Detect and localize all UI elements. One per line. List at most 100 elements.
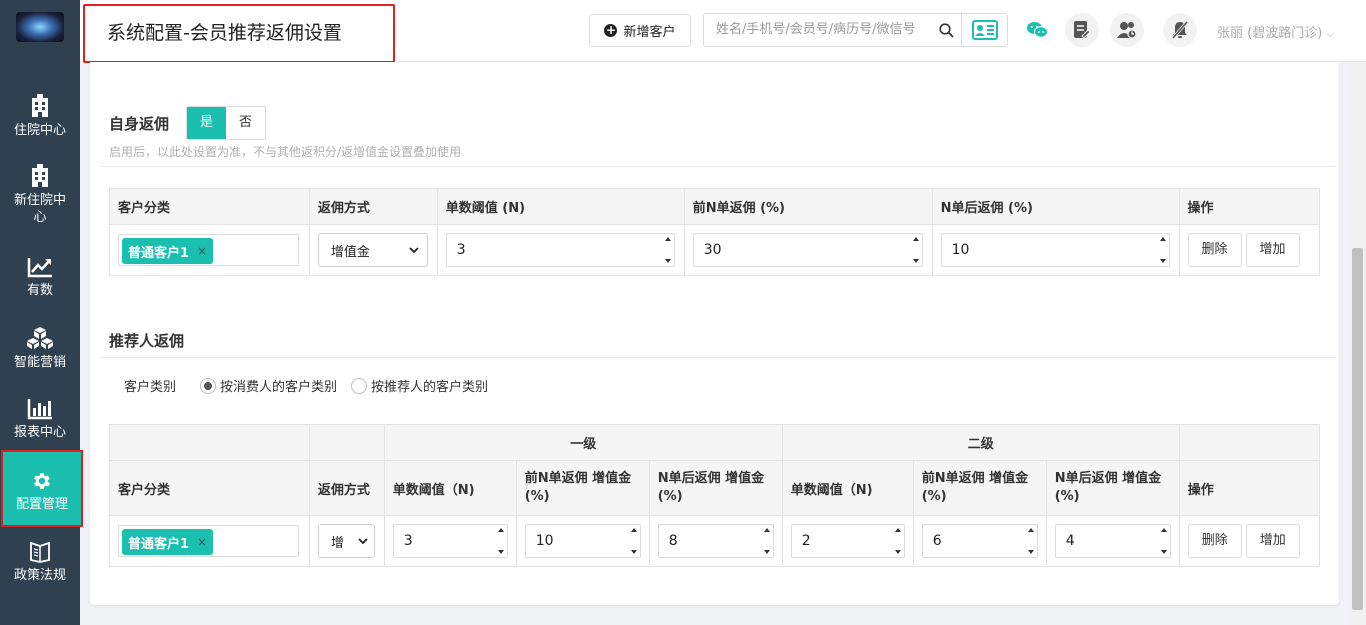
level2-threshold-input[interactable]: 2 [790, 524, 905, 558]
level2-first-n-input[interactable]: 6 [921, 524, 1038, 558]
hospital-icon [32, 94, 48, 117]
sidebar-item-label: 政策法规 [13, 568, 66, 583]
gear-icon [34, 473, 50, 489]
sidebar-item-config-management[interactable]: 配置管理 [1, 450, 83, 527]
spinner-arrows-icon[interactable] [1027, 528, 1035, 554]
new-customer-button[interactable]: + 新增客户 [589, 14, 691, 47]
search-icon[interactable] [939, 23, 954, 38]
document-button[interactable] [1065, 13, 1099, 47]
spinner-arrows-icon[interactable] [1159, 237, 1167, 263]
new-customer-label: 新增客户 [623, 25, 676, 40]
tag-label: 普通客户1 [128, 536, 190, 552]
first-n-rebate-input[interactable]: 30 [692, 233, 923, 267]
self-rebate-title: 自身返佣 [109, 115, 170, 133]
user-menu[interactable]: 张丽 (碧波路门诊) ⌵ [1217, 22, 1334, 41]
rebate-method-select[interactable]: 增 [317, 524, 375, 558]
customer-category-select[interactable]: 普通客户1 × [118, 234, 299, 266]
self-rebate-toggle: 是 否 [186, 106, 266, 140]
spinner-arrows-icon[interactable] [1160, 528, 1168, 554]
sidebar-item-label: 有数 [26, 283, 53, 298]
sidebar-item-youshu[interactable]: 有数 [0, 256, 80, 299]
customer-category-select[interactable]: 普通客户1 × [118, 525, 299, 557]
toggle-no-button[interactable]: 否 [226, 107, 265, 139]
level1-header: 一级 [383, 424, 783, 461]
spinner-arrows-icon[interactable] [630, 528, 638, 554]
sidebar-item-label: 新住院中心 [13, 193, 66, 225]
radio-by-referrer[interactable] [351, 377, 368, 394]
column-header: N单后返佣 增值金 (%) [1045, 460, 1180, 516]
input-value: 6 [932, 533, 942, 549]
page-title: 系统配置-会员推荐返佣设置 [83, 4, 395, 63]
column-header: 客户分类 [109, 460, 310, 516]
customer-tag: 普通客户1 × [122, 238, 214, 264]
close-icon[interactable]: × [197, 244, 207, 258]
select-value: 增值金 [330, 244, 370, 260]
input-value: 4 [1065, 533, 1075, 549]
table-header-row: 客户分类 返佣方式 单数阈值（N) 前N单返佣 增值金 (%) N单后返佣 增值… [109, 460, 1321, 516]
hospital-icon [32, 164, 48, 187]
wechat-icon [1027, 22, 1048, 38]
app-logo[interactable] [16, 12, 64, 42]
notification-off-icon [1171, 21, 1189, 39]
add-button[interactable]: 增加 [1245, 524, 1300, 558]
level2-after-n-input[interactable]: 4 [1054, 524, 1171, 558]
table-row: 普通客户1 × 增 3 10 8 2 6 4 删除 增加 [109, 515, 1321, 567]
chevron-down-icon: ⌵ [1326, 29, 1335, 40]
input-value: 10 [951, 242, 970, 258]
spinner-arrows-icon[interactable] [497, 528, 505, 554]
user-group-icon [1117, 22, 1137, 39]
user-group-button[interactable] [1110, 13, 1144, 47]
search-placeholder: 姓名/手机号/会员号/病历号/微信号 [716, 22, 916, 37]
close-icon[interactable]: × [197, 535, 207, 549]
spinner-arrows-icon[interactable] [763, 528, 771, 554]
level1-after-n-input[interactable]: 8 [657, 524, 774, 558]
radio-by-consumer[interactable] [200, 377, 217, 394]
spinner-arrows-icon[interactable] [894, 528, 902, 554]
table-row: 普通客户1 × 增值金 3 30 10 删除 增加 [109, 224, 1321, 276]
sidebar-item-policies[interactable]: 政策法规 [0, 541, 80, 584]
sidebar-item-label: 智能营销 [13, 355, 66, 370]
after-n-rebate-input[interactable]: 10 [940, 233, 1170, 267]
column-header: 单数阈值（N) [383, 460, 517, 516]
id-card-button[interactable] [961, 13, 1008, 47]
delete-button[interactable]: 删除 [1187, 233, 1242, 267]
wechat-button[interactable] [1020, 13, 1054, 47]
search-input[interactable]: 姓名/手机号/会员号/病历号/微信号 [703, 13, 962, 47]
book-icon [30, 541, 50, 563]
trend-chart-icon [27, 258, 52, 278]
sidebar-item-report-center[interactable]: 报表中心 [0, 398, 80, 441]
column-header: 返佣方式 [308, 188, 438, 225]
scrollbar-thumb[interactable] [1352, 248, 1363, 610]
input-value: 30 [703, 242, 722, 258]
input-value: 3 [456, 242, 466, 258]
sidebar-item-inpatient-center[interactable]: 住院中心 [0, 94, 80, 139]
spinner-arrows-icon[interactable] [664, 237, 672, 263]
settings-card: 自身返佣 是 否 启用后，以此处设置为准，不与其他返积分/返增值金设置叠加使用 … [90, 62, 1339, 605]
customer-category-radio-group: 客户类别 按消费人的客户类别 按推荐人的客户类别 [124, 376, 488, 395]
sidebar-item-label: 住院中心 [13, 123, 66, 138]
level1-first-n-input[interactable]: 10 [524, 524, 641, 558]
radio-label[interactable]: 按消费人的客户类别 [220, 376, 337, 395]
rebate-method-select[interactable]: 增值金 [317, 233, 428, 267]
input-value: 2 [801, 533, 811, 549]
toggle-yes-button[interactable]: 是 [187, 107, 226, 139]
column-header: 单数阈值 (N) [436, 188, 685, 225]
chevron-down-icon [409, 246, 419, 253]
radio-label[interactable]: 按推荐人的客户类别 [371, 376, 488, 395]
sidebar: 住院中心 新住院中心 有数 智能营销 报表中心 配置管理 政策法规 [0, 0, 83, 625]
spinner-arrows-icon[interactable] [912, 237, 920, 263]
notification-toggle-button[interactable] [1163, 13, 1197, 47]
delete-button[interactable]: 删除 [1187, 524, 1242, 558]
column-header: N单后返佣 (%) [931, 188, 1180, 225]
level2-header: 二级 [781, 424, 1180, 461]
threshold-input[interactable]: 3 [445, 233, 675, 267]
add-button[interactable]: 增加 [1245, 233, 1300, 267]
column-header: 操作 [1178, 188, 1321, 225]
plus-circle-icon: + [604, 23, 618, 37]
level1-threshold-input[interactable]: 3 [392, 524, 508, 558]
category-label: 客户类别 [124, 380, 177, 395]
user-name: 张丽 (碧波路门诊) [1217, 26, 1323, 41]
sidebar-item-smart-marketing[interactable]: 智能营销 [0, 326, 80, 371]
sidebar-item-new-inpatient-center[interactable]: 新住院中心 [0, 164, 80, 226]
bar-chart-icon [27, 399, 52, 420]
